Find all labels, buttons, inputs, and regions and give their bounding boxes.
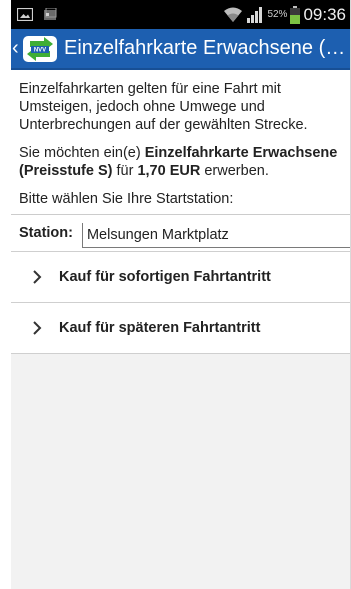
buy-later-button[interactable]: Kauf für späteren Fahrtantritt [11,302,350,354]
signal-strength-icon [247,6,263,23]
chevron-right-icon [33,321,42,335]
buy-immediate-button[interactable]: Kauf für sofortigen Fahrtantritt [11,251,350,302]
purchase-mid: für [112,163,138,179]
up-navigation-chevron-icon[interactable]: ‹ [12,29,21,68]
battery-icon [290,5,301,24]
gallery-notification-icon [44,8,57,20]
page-title: Einzelfahrkarte Erwachsene (Pr... [64,37,349,59]
station-input[interactable]: Melsungen Marktplatz [81,222,350,248]
station-row: Station: Melsungen Marktplatz [11,214,350,251]
logo-text: NVV [34,47,46,53]
screenshot-notification-icon [17,8,33,21]
buy-immediate-label: Kauf für sofortigen Fahrtantritt [59,269,271,285]
purchase-suffix: erwerben. [200,163,269,179]
screen-left-edge [0,0,11,589]
chevron-right-icon [33,270,42,284]
purchase-summary: Sie möchten ein(e) Einzelfahrkarte Erwac… [11,144,350,180]
ticket-info-section: Einzelfahrkarten gelten für eine Fahrt m… [11,70,350,251]
status-time: 09:36 [303,4,346,24]
intro-text: Einzelfahrkarten gelten für eine Fahrt m… [19,81,308,133]
app-window: 52% 09:36 ‹ NVV Einzelfahrkarte Erwachse… [11,0,350,589]
action-bar: ‹ NVV Einzelfahrkarte Erwachsene (Pr... [11,29,350,70]
ticket-price: 1,70 EUR [137,163,201,179]
station-label: Station: [19,225,73,241]
station-instruction: Bitte wählen Sie Ihre Startstation: [19,191,234,207]
battery-percent: 52% [267,9,288,20]
status-bar: 52% 09:36 [11,0,350,29]
buy-later-label: Kauf für späteren Fahrtantritt [59,320,261,336]
wifi-icon [224,7,243,22]
nvv-logo-icon[interactable]: NVV [22,34,58,64]
purchase-prefix: Sie möchten ein(e) [19,145,145,161]
